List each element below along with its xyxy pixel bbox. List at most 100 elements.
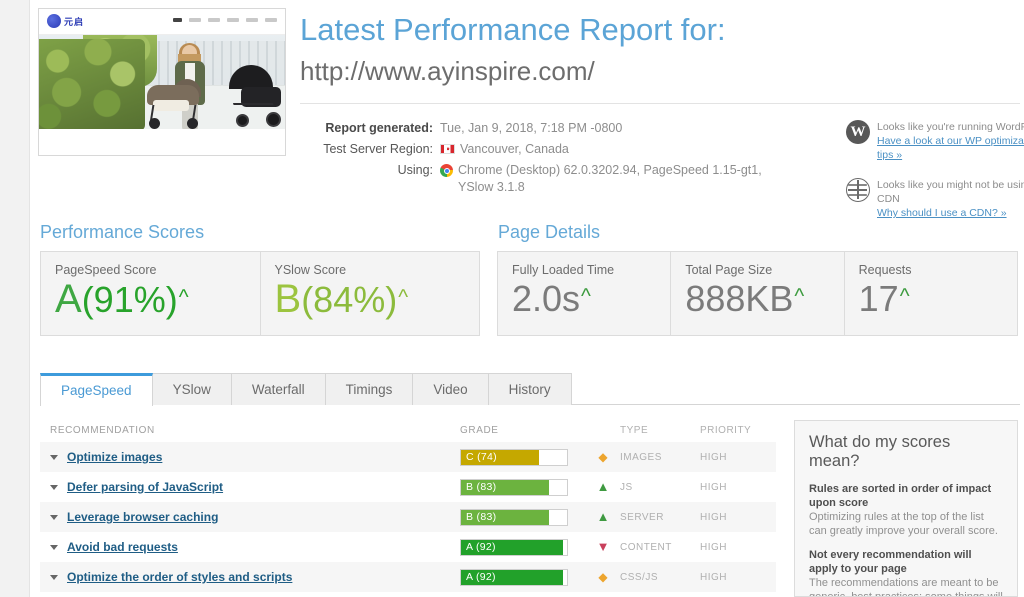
expand-triangle-icon[interactable] <box>50 575 58 580</box>
notice-cdn-text: Looks like you might not be using a CDN <box>877 179 1024 205</box>
report-meta: Report generated: Tue, Jan 9, 2018, 7:18… <box>300 120 830 200</box>
wordpress-icon: W <box>846 120 870 144</box>
page-details-heading: Page Details <box>498 222 601 242</box>
chevron-up-icon: ▲ <box>596 479 610 494</box>
expand-triangle-icon[interactable] <box>50 485 58 490</box>
pagespeed-caret-icon: ^ <box>178 286 189 309</box>
diamond-icon: ◆ <box>598 570 608 584</box>
thumbnail-stroller-front <box>143 79 205 129</box>
table-row[interactable]: Leverage browser caching B (83) ▲ SERVER HIG… <box>40 502 776 532</box>
column-header-priority: PRIORITY <box>700 424 752 436</box>
thumbnail-nav-links <box>173 18 277 22</box>
grade-bar-label: C (74) <box>466 450 497 463</box>
tab-label: PageSpeed <box>61 383 132 398</box>
total-page-size-value: 888KB <box>685 278 794 319</box>
site-thumbnail[interactable]: 元启 <box>38 8 286 156</box>
expand-triangle-icon[interactable] <box>50 515 58 520</box>
scores-card-heading-2: Not every recommendation will apply to y… <box>809 549 972 575</box>
grade-cell: A (92) <box>460 538 586 556</box>
pagespeed-score-label: PageSpeed Score <box>55 263 157 277</box>
grade-bar: A (92) <box>460 568 568 586</box>
recommendation-link[interactable]: Optimize images <box>67 450 162 464</box>
page-title: Latest Performance Report for: <box>300 12 726 47</box>
requests-label: Requests <box>858 263 912 277</box>
priority-cell: HIGH <box>700 571 727 583</box>
grade-bar: B (83) <box>460 478 568 496</box>
type-cell: SERVER <box>620 511 664 523</box>
grade-bar: C (74) <box>460 448 568 466</box>
grade-cell: B (83) <box>460 478 586 496</box>
notice-wordpress-link[interactable]: Have a look at our WP optimization tips … <box>877 134 1024 162</box>
grade-cell: A (92) <box>460 568 586 586</box>
table-row[interactable]: Optimize the order of styles and scripts… <box>40 562 776 592</box>
recommendation-cell: Defer parsing of JavaScript <box>40 480 460 494</box>
recommendation-link[interactable]: Optimize the order of styles and scripts <box>67 570 292 584</box>
pagespeed-grade: A <box>55 277 82 321</box>
meta-row-generated: Report generated: Tue, Jan 9, 2018, 7:18… <box>300 120 830 137</box>
table-row[interactable]: Avoid bad requests A (92) ▼ CONTENT HIGH <box>40 532 776 562</box>
recommendations-table: RECOMMENDATION GRADE TYPE PRIORITY Optim… <box>40 418 776 592</box>
diamond-icon: ◆ <box>598 450 608 464</box>
globe-cdn-icon <box>846 178 870 202</box>
tab-pagespeed[interactable]: PageSpeed <box>40 373 153 407</box>
expand-triangle-icon[interactable] <box>50 455 58 460</box>
header-divider <box>300 103 1020 104</box>
column-header-type: TYPE <box>620 424 649 436</box>
scores-card-body-1: Optimizing rules at the top of the list … <box>809 511 998 537</box>
meta-row-region: Test Server Region: Vancouver, Canada <box>300 141 830 158</box>
tab-label: History <box>508 382 551 397</box>
table-row[interactable]: Defer parsing of JavaScript B (83) ▲ JS HIGH <box>40 472 776 502</box>
scores-card-heading-1: Rules are sorted in order of impact upon… <box>809 483 992 509</box>
column-header-recommendation: RECOMMENDATION <box>50 424 155 436</box>
tab-yslow[interactable]: YSlow <box>151 373 232 405</box>
performance-scores-panel: PageSpeed Score A(91%)^ YSlow Score B(84… <box>40 251 480 336</box>
grade-bar-label: B (83) <box>466 480 497 493</box>
thumbnail-stroller-side <box>217 65 283 129</box>
yslow-score-label: YSlow Score <box>274 263 347 277</box>
recommendation-link[interactable]: Leverage browser caching <box>67 510 218 524</box>
fully-loaded-time-label: Fully Loaded Time <box>512 263 615 277</box>
report-url[interactable]: http://www.ayinspire.com/ <box>300 56 595 87</box>
report-tabs: PageSpeed YSlow Waterfall Timings Video Histo… <box>40 373 1020 407</box>
fully-loaded-time-value: 2.0s <box>512 278 581 319</box>
fully-loaded-time-cell: Fully Loaded Time 2.0s^ <box>498 252 672 335</box>
priority-cell: HIGH <box>700 451 727 463</box>
table-row[interactable]: Optimize images C (74) ◆ IMAGES HIGH <box>40 442 776 472</box>
priority-cell: HIGH <box>700 541 727 553</box>
grade-cell: B (83) <box>460 508 586 526</box>
tab-history[interactable]: History <box>487 373 572 405</box>
thumbnail-site-navbar: 元启 <box>39 9 285 35</box>
yslow-score-cell: YSlow Score B(84%)^ <box>261 252 480 335</box>
fully-loaded-time-caret-icon: ^ <box>581 285 591 308</box>
expand-triangle-icon[interactable] <box>50 545 58 550</box>
left-gutter <box>0 0 30 597</box>
thumbnail-site-logo: 元启 <box>47 14 84 28</box>
recommendation-cell: Optimize images <box>40 450 460 464</box>
thumbnail-logo-text: 元启 <box>64 16 85 27</box>
recommendation-link[interactable]: Avoid bad requests <box>67 540 178 554</box>
chevron-up-icon: ▲ <box>596 509 610 524</box>
page-details-panel: Fully Loaded Time 2.0s^ Total Page Size … <box>497 251 1018 336</box>
priority-cell: HIGH <box>700 481 727 493</box>
performance-scores-heading: Performance Scores <box>40 222 205 242</box>
canada-flag-icon <box>440 144 455 154</box>
grade-bar-label: A (92) <box>466 540 496 553</box>
recommendation-link[interactable]: Defer parsing of JavaScript <box>67 480 223 494</box>
notice-cdn-link[interactable]: Why should I use a CDN? » <box>877 206 1024 220</box>
column-header-grade: GRADE <box>460 424 499 436</box>
tab-timings[interactable]: Timings <box>324 373 414 405</box>
requests-value: 17 <box>858 278 899 319</box>
notice-wordpress-text: Looks like you're running WordPress <box>877 121 1024 133</box>
recommendation-cell: Optimize the order of styles and scripts <box>40 570 460 584</box>
scores-card-body-2: The recommendations are meant to be gene… <box>809 577 1003 597</box>
notice-cdn: Looks like you might not be using a CDN … <box>846 178 1024 220</box>
total-page-size-caret-icon: ^ <box>794 285 805 308</box>
gtmetrix-report-page: 元启 Latest Performance Report for: http:/… <box>0 0 1024 597</box>
indicator-cell: ▲ <box>586 480 620 494</box>
recommendation-cell: Leverage browser caching <box>40 510 460 524</box>
tab-waterfall[interactable]: Waterfall <box>230 373 326 405</box>
header-notices: W Looks like you're running WordPress Ha… <box>846 120 1024 236</box>
tab-video[interactable]: Video <box>412 373 489 405</box>
total-page-size-label: Total Page Size <box>685 263 773 277</box>
meta-label-region: Test Server Region: <box>323 142 433 156</box>
